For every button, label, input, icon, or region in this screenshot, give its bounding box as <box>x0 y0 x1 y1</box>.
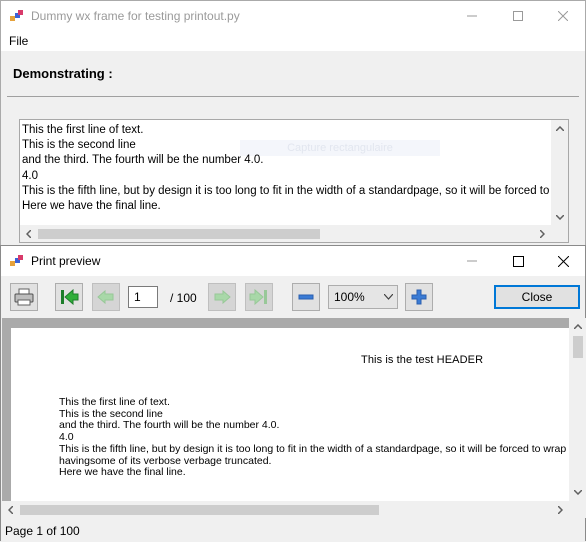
page-line: This is the fifth line, but by design it… <box>59 442 567 455</box>
preview-horizontal-scrollbar[interactable] <box>2 501 569 518</box>
app-icon <box>10 10 23 21</box>
preview-titlebar[interactable]: Print preview <box>1 246 585 276</box>
main-titlebar[interactable]: Dummy wx frame for testing printout.py <box>1 1 585 31</box>
preview-vertical-scrollbar[interactable] <box>569 318 586 501</box>
preview-toolbar: 1 / 100 100% Close <box>1 276 585 318</box>
minimize-icon <box>467 260 477 262</box>
page-line: This the first line of text. <box>59 396 170 408</box>
chevron-up-icon <box>555 126 564 131</box>
first-page-icon <box>61 289 79 305</box>
printer-icon <box>14 288 34 306</box>
text-line: This is the second line <box>22 139 136 152</box>
text-line: This the first line of text. <box>22 124 144 136</box>
page-header: This is the test HEADER <box>361 354 484 366</box>
preview-page: This is the test HEADER This the first l… <box>11 328 571 508</box>
chevron-right-icon <box>558 505 563 514</box>
window-title: Dummy wx frame for testing printout.py <box>31 9 240 23</box>
vertical-scroll-thumb[interactable] <box>573 336 583 358</box>
text-lines: This the first line of text. This is the … <box>22 123 568 214</box>
horizontal-scroll-thumb[interactable] <box>20 505 379 515</box>
status-bar: Page 1 of 100 <box>1 518 585 542</box>
text-line: 4.0 <box>22 169 38 182</box>
separator <box>7 96 579 97</box>
demonstrating-label: Demonstrating : <box>13 66 113 81</box>
scroll-right-arrow[interactable] <box>552 501 569 518</box>
text-horizontal-scrollbar[interactable] <box>20 225 568 242</box>
scroll-down-arrow[interactable] <box>551 209 568 226</box>
close-preview-button[interactable]: Close <box>494 285 580 309</box>
horizontal-scroll-thumb[interactable] <box>38 229 320 239</box>
print-preview-window: Print preview 1 / 100 100% Close This is… <box>0 245 586 542</box>
text-line: Here we have the final line. <box>22 200 161 213</box>
page-number-input[interactable]: 1 <box>128 286 158 308</box>
status-text: Page 1 of 100 <box>5 524 80 538</box>
next-page-button[interactable] <box>208 283 236 311</box>
main-window: Dummy wx frame for testing printout.py F… <box>0 0 586 248</box>
chevron-down-icon <box>384 294 393 300</box>
preview-close-window-button[interactable] <box>540 246 586 276</box>
zoom-out-icon <box>298 294 314 300</box>
chevron-left-icon <box>8 505 13 514</box>
zoom-select[interactable]: 100% <box>328 285 398 309</box>
app-icon <box>10 255 23 266</box>
page-total-label: / 100 <box>170 291 197 305</box>
last-page-icon <box>249 289 267 305</box>
close-icon <box>557 255 569 267</box>
prev-page-button[interactable] <box>92 283 120 311</box>
zoom-in-button[interactable] <box>405 283 433 311</box>
maximize-button[interactable] <box>495 1 541 31</box>
scroll-up-arrow[interactable] <box>569 318 586 335</box>
print-button[interactable] <box>10 283 38 311</box>
scroll-left-arrow[interactable] <box>20 225 37 242</box>
scroll-left-arrow[interactable] <box>2 501 19 518</box>
chevron-up-icon <box>573 324 582 329</box>
chevron-down-icon <box>555 215 564 220</box>
prev-page-icon <box>97 290 114 304</box>
chevron-right-icon <box>540 229 545 238</box>
zoom-out-button[interactable] <box>292 283 320 311</box>
minimize-button[interactable] <box>449 1 495 31</box>
text-line: and the third. The fourth will be the nu… <box>22 154 264 167</box>
zoom-in-icon <box>411 289 427 305</box>
scroll-down-arrow[interactable] <box>569 484 586 501</box>
chevron-left-icon <box>26 229 31 238</box>
preview-canvas[interactable]: This is the test HEADER This the first l… <box>2 318 586 518</box>
scroll-corner <box>569 501 586 518</box>
chevron-down-icon <box>573 490 582 495</box>
maximize-icon <box>512 255 524 267</box>
preview-maximize-button[interactable] <box>495 246 541 276</box>
text-display[interactable]: Capture rectangulaire This the first lin… <box>19 119 569 243</box>
page-line: and the third. The fourth will be the nu… <box>59 419 280 432</box>
menubar: File <box>1 31 585 51</box>
first-page-button[interactable] <box>55 283 83 311</box>
preview-title: Print preview <box>31 254 101 268</box>
minimize-icon <box>467 15 477 17</box>
close-window-button[interactable] <box>540 1 586 31</box>
zoom-value: 100% <box>334 290 365 304</box>
next-page-icon <box>214 290 231 304</box>
maximize-icon <box>513 11 523 21</box>
preview-minimize-button[interactable] <box>449 246 495 276</box>
page-line: Here we have the final line. <box>59 466 186 479</box>
text-line: This is the fifth line, but by design it… <box>22 184 568 197</box>
text-vertical-scrollbar[interactable] <box>551 120 568 226</box>
menu-file[interactable]: File <box>9 34 28 48</box>
page-body: This the first line of text. This is the … <box>59 396 567 479</box>
last-page-button[interactable] <box>245 283 273 311</box>
scroll-up-arrow[interactable] <box>551 120 568 137</box>
scroll-right-arrow[interactable] <box>534 225 551 242</box>
close-icon <box>558 11 568 21</box>
